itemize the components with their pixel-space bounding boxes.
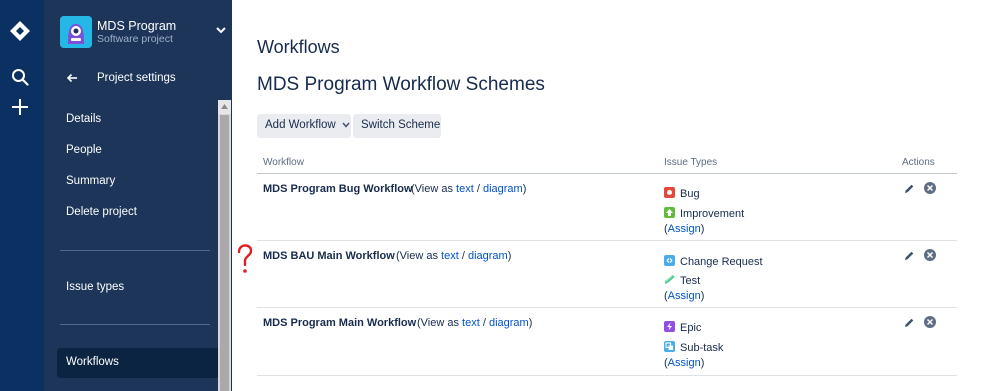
test-icon (664, 274, 675, 285)
workflow-name: MDS Program Bug Workflow (263, 183, 413, 195)
row-divider (257, 240, 957, 241)
project-sidebar: MDS Program Software project Project set… (44, 0, 232, 391)
assign-issue-types: (Assign) (664, 223, 704, 235)
global-nav (0, 0, 44, 391)
delete-icon[interactable] (924, 249, 936, 261)
assign-link[interactable]: Assign (668, 290, 701, 302)
edit-icon[interactable] (904, 317, 915, 328)
assign-link[interactable]: Assign (668, 223, 701, 235)
epic-icon (664, 321, 675, 332)
sidebar-item-workflows[interactable]: Workflows (57, 348, 219, 378)
back-label: Project settings (97, 72, 176, 84)
link-separator: / (461, 250, 465, 262)
switch-scheme-button[interactable]: Switch Scheme (353, 114, 441, 138)
assign-issue-types: (Assign) (664, 290, 704, 302)
chevron-down-icon[interactable] (215, 24, 227, 36)
sidebar-scrollbar[interactable] (218, 100, 231, 391)
table-header: Workflow Issue Types Actions (257, 155, 957, 174)
issue-type: Epic (664, 321, 701, 334)
back-to-project-settings[interactable]: Project settings (44, 63, 232, 95)
column-header-workflow: Workflow (263, 157, 304, 168)
view-as-diagram-link[interactable]: diagram (483, 183, 523, 195)
row-divider (257, 307, 957, 308)
search-icon[interactable] (11, 68, 29, 86)
add-workflow-label: Add Workflow (265, 119, 336, 131)
workflow-name: MDS BAU Main Workflow (263, 250, 395, 262)
assign-close-paren: ) (700, 223, 705, 235)
question-mark-annotation (237, 244, 253, 273)
delete-icon[interactable] (924, 316, 936, 328)
sidebar-item-issue-types[interactable]: Issue types (57, 274, 219, 302)
caret-down-icon (342, 122, 350, 128)
sidebar-item-details[interactable]: Details (57, 106, 219, 134)
close-paren: ) (528, 317, 533, 329)
view-as-links: (View as text / diagram) (396, 250, 511, 262)
create-icon[interactable] (10, 97, 30, 117)
link-separator: / (482, 317, 486, 329)
page-title: Workflows (257, 37, 340, 57)
view-as-label: (View as (417, 317, 459, 329)
row-divider (257, 375, 957, 376)
assign-link[interactable]: Assign (668, 357, 701, 369)
scroll-thumb[interactable] (220, 115, 229, 391)
arrow-left-icon (66, 73, 77, 83)
assign-close-paren: ) (700, 290, 705, 302)
issue-type-name: Sub-task (680, 342, 724, 354)
add-workflow-button[interactable]: Add Workflow (257, 114, 351, 138)
view-as-text-link[interactable]: text (456, 183, 474, 195)
view-as-text-link[interactable]: text (441, 250, 459, 262)
issue-type: Bug (664, 187, 700, 200)
issue-type: Change Request (664, 255, 763, 268)
edit-icon[interactable] (904, 250, 915, 261)
scheme-title: MDS Program Workflow Schemes (257, 74, 545, 95)
sidebar-item-people[interactable]: People (57, 137, 219, 165)
triangle-up-icon (221, 104, 228, 109)
bug-icon (664, 187, 675, 198)
view-as-label: (View as (411, 183, 453, 195)
issue-type: Sub-task (664, 341, 723, 354)
project-name: MDS Program (97, 19, 177, 33)
view-as-links: (View as text / diagram) (411, 183, 526, 195)
workflow-name: MDS Program Main Workflow (263, 317, 417, 329)
view-as-text-link[interactable]: text (462, 317, 480, 329)
issue-type-name: Epic (680, 322, 702, 334)
sidebar-divider (60, 250, 210, 251)
issue-type: Improvement (664, 207, 744, 220)
project-type: Software project (97, 33, 173, 45)
sidebar-divider (60, 324, 210, 325)
edit-icon[interactable] (904, 183, 915, 194)
project-avatar (60, 16, 92, 48)
link-separator: / (476, 183, 480, 195)
issue-type-name: Improvement (680, 208, 745, 220)
view-as-links: (View as text / diagram) (417, 317, 532, 329)
improvement-icon (664, 207, 675, 218)
issue-type-name: Bug (680, 188, 700, 200)
column-header-issue-types: Issue Types (664, 157, 718, 168)
project-avatar-icon (60, 16, 92, 48)
view-as-diagram-link[interactable]: diagram (468, 250, 508, 262)
sidebar-item-summary[interactable]: Summary (57, 168, 219, 196)
issue-type: Test (664, 274, 700, 287)
assign-issue-types: (Assign) (664, 357, 704, 369)
main-content: Workflows MDS Program Workflow Schemes A… (232, 0, 999, 391)
subtask-icon (664, 341, 675, 352)
view-as-diagram-link[interactable]: diagram (489, 317, 529, 329)
view-as-label: (View as (396, 250, 438, 262)
issue-type-name: Change Request (680, 256, 763, 268)
project-header[interactable]: MDS Program Software project (60, 16, 226, 50)
jira-logo-icon[interactable] (9, 20, 31, 42)
close-paren: ) (522, 183, 527, 195)
sidebar-item-delete-project[interactable]: Delete project (57, 199, 219, 227)
change-request-icon (664, 255, 675, 266)
close-paren: ) (507, 250, 512, 262)
issue-type-name: Test (680, 275, 701, 287)
assign-close-paren: ) (700, 357, 705, 369)
column-header-actions: Actions (902, 157, 935, 168)
delete-icon[interactable] (924, 182, 936, 194)
scroll-up-button[interactable] (218, 100, 231, 114)
